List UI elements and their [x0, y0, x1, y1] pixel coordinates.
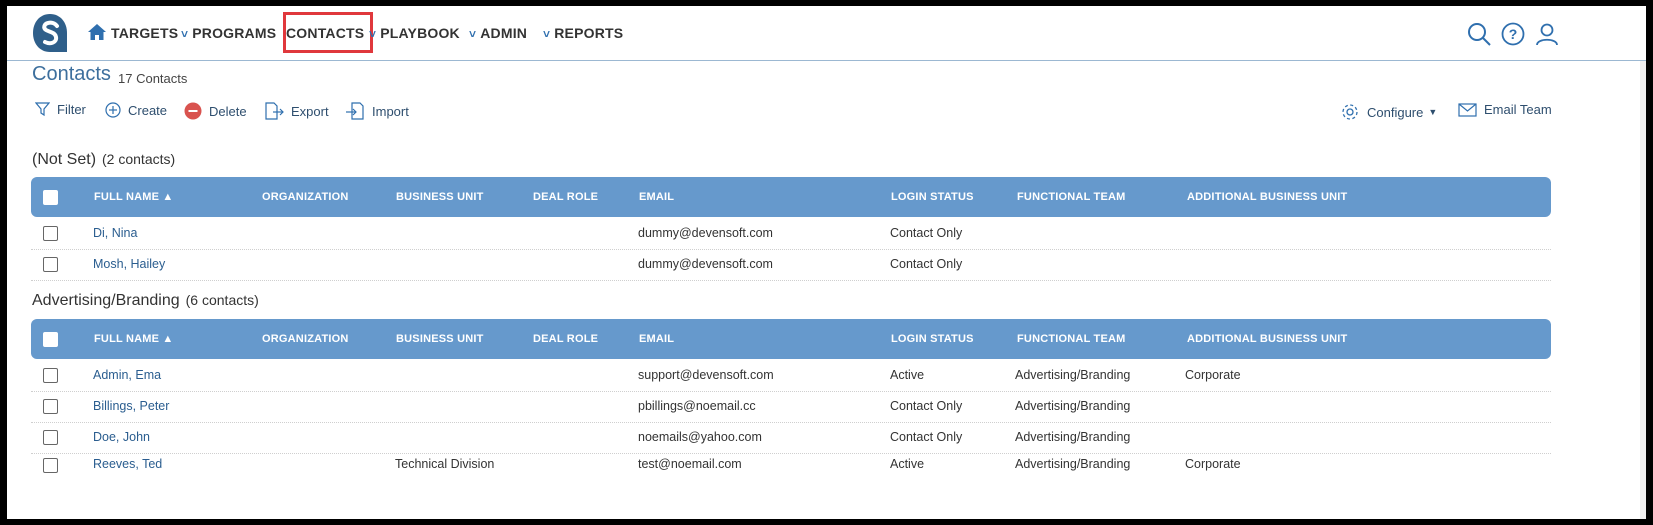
nav-reports[interactable]: ˅ REPORTS: [543, 25, 623, 41]
col-email[interactable]: EMAIL: [639, 191, 674, 203]
table-header: FULL NAME ▲ ORGANIZATION BUSINESS UNIT D…: [31, 319, 1551, 359]
svg-text:?: ?: [1509, 26, 1518, 42]
contact-name-link[interactable]: Admin, Ema: [93, 368, 161, 382]
contacts-count: 17 Contacts: [118, 71, 188, 86]
col-additional-business-unit[interactable]: ADDITIONAL BUSINESS UNIT: [1187, 191, 1347, 203]
col-organization[interactable]: ORGANIZATION: [262, 191, 349, 203]
sort-asc-icon: ▲: [162, 333, 174, 345]
col-deal-role[interactable]: DEAL ROLE: [533, 333, 598, 345]
table-header: FULL NAME ▲ ORGANIZATION BUSINESS UNIT D…: [31, 177, 1551, 217]
envelope-icon: [1458, 102, 1477, 117]
col-full-name[interactable]: FULL NAME ▲: [94, 191, 174, 203]
cell-login-status: Contact Only: [890, 430, 963, 444]
nav-programs[interactable]: ˅ PROGRAMS: [181, 25, 276, 41]
sort-asc-icon: ▲: [162, 191, 174, 203]
col-login-status[interactable]: LOGIN STATUS: [891, 333, 974, 345]
col-organization[interactable]: ORGANIZATION: [262, 333, 349, 345]
cell-functional-team: Advertising/Branding: [1015, 399, 1131, 413]
col-email[interactable]: EMAIL: [639, 333, 674, 345]
cell-email: dummy@devensoft.com: [638, 226, 773, 240]
cell-functional-team: Advertising/Branding: [1015, 457, 1131, 471]
filter-button[interactable]: Filter: [35, 102, 86, 117]
configure-dropdown[interactable]: Configure ▼: [1340, 102, 1437, 122]
col-login-status[interactable]: LOGIN STATUS: [891, 191, 974, 203]
cell-email: support@devensoft.com: [638, 368, 774, 382]
import-button[interactable]: Import: [345, 102, 409, 120]
app-window: TARGETS ˅ PROGRAMS CONTACTS ˅ PLAYBOOK ˅ AD…: [7, 6, 1646, 519]
table-row[interactable]: Reeves, Ted Technical Division test@noem…: [31, 451, 1551, 482]
contact-name-link[interactable]: Reeves, Ted: [93, 457, 162, 471]
top-nav-bar: TARGETS ˅ PROGRAMS CONTACTS ˅ PLAYBOOK ˅ AD…: [7, 6, 1646, 61]
contact-name-link[interactable]: Doe, John: [93, 430, 150, 444]
export-button[interactable]: Export: [264, 102, 329, 120]
chevron-down-icon: ˅: [181, 27, 189, 41]
row-checkbox[interactable]: [43, 430, 58, 445]
nav-playbook[interactable]: ˅ PLAYBOOK: [369, 25, 460, 41]
table-row[interactable]: Admin, Ema support@devensoft.com Active …: [31, 360, 1551, 392]
table-row[interactable]: Mosh, Hailey dummy@devensoft.com Contact…: [31, 249, 1551, 281]
col-functional-team[interactable]: FUNCTIONAL TEAM: [1017, 333, 1126, 345]
row-checkbox[interactable]: [43, 368, 58, 383]
nav-admin[interactable]: ˅ ADMIN: [469, 25, 527, 41]
help-icon[interactable]: ?: [1501, 22, 1525, 46]
import-icon: [346, 102, 364, 120]
chevron-down-icon: ˅: [543, 27, 551, 41]
contact-name-link[interactable]: Di, Nina: [93, 226, 137, 240]
home-icon[interactable]: [87, 23, 107, 41]
cell-email: pbillings@noemail.cc: [638, 399, 756, 413]
search-icon[interactable]: [1467, 22, 1491, 46]
cell-login-status: Active: [890, 457, 925, 471]
col-business-unit[interactable]: BUSINESS UNIT: [396, 191, 484, 203]
row-checkbox[interactable]: [43, 399, 58, 414]
nav-targets[interactable]: TARGETS: [111, 25, 178, 41]
plus-circle-icon: [105, 102, 121, 118]
nav-contacts-highlight: [283, 12, 373, 53]
filter-icon: [35, 102, 50, 117]
table-row[interactable]: Billings, Peter pbillings@noemail.cc Con…: [31, 391, 1551, 423]
group-title-advertising-branding: Advertising/Branding (6 contacts): [32, 292, 259, 309]
col-additional-business-unit[interactable]: ADDITIONAL BUSINESS UNIT: [1187, 333, 1347, 345]
caret-down-icon: ▼: [1428, 107, 1438, 117]
table-row[interactable]: Doe, John noemails@yahoo.com Contact Onl…: [31, 422, 1551, 454]
delete-button[interactable]: Delete: [184, 102, 247, 120]
scrollbar[interactable]: [1640, 61, 1646, 519]
select-all-checkbox[interactable]: [43, 332, 58, 347]
user-icon[interactable]: [1535, 22, 1559, 46]
minus-circle-icon: [184, 102, 202, 120]
cell-functional-team: Advertising/Branding: [1015, 368, 1131, 382]
col-business-unit[interactable]: BUSINESS UNIT: [396, 333, 484, 345]
contact-name-link[interactable]: Billings, Peter: [93, 399, 169, 413]
cell-login-status: Contact Only: [890, 257, 963, 271]
cell-business-unit: Technical Division: [395, 457, 495, 471]
col-deal-role[interactable]: DEAL ROLE: [533, 191, 598, 203]
cell-email: dummy@devensoft.com: [638, 257, 773, 271]
col-full-name[interactable]: FULL NAME ▲: [94, 333, 174, 345]
row-checkbox[interactable]: [43, 257, 58, 272]
row-checkbox[interactable]: [43, 458, 58, 473]
contact-name-link[interactable]: Mosh, Hailey: [93, 257, 165, 271]
email-team-button[interactable]: Email Team: [1458, 102, 1552, 117]
cell-login-status: Contact Only: [890, 226, 963, 240]
group-title-not-set: (Not Set) (2 contacts): [32, 151, 176, 168]
cell-login-status: Active: [890, 368, 925, 382]
chevron-down-icon: ˅: [469, 27, 477, 41]
select-all-checkbox[interactable]: [43, 190, 58, 205]
create-button[interactable]: Create: [105, 102, 167, 118]
cell-email: test@noemail.com: [638, 457, 742, 471]
chevron-down-icon: ˅: [369, 27, 377, 41]
cell-email: noemails@yahoo.com: [638, 430, 762, 444]
app-logo[interactable]: [32, 13, 68, 53]
export-icon: [265, 102, 284, 120]
col-functional-team[interactable]: FUNCTIONAL TEAM: [1017, 191, 1126, 203]
cell-additional-business-unit: Corporate: [1185, 457, 1241, 471]
cell-login-status: Contact Only: [890, 399, 963, 413]
gear-icon: [1342, 104, 1358, 120]
row-checkbox[interactable]: [43, 226, 58, 241]
table-row[interactable]: Di, Nina dummy@devensoft.com Contact Onl…: [31, 218, 1551, 250]
page-title: Contacts: [32, 63, 111, 85]
cell-additional-business-unit: Corporate: [1185, 368, 1241, 382]
cell-functional-team: Advertising/Branding: [1015, 430, 1131, 444]
